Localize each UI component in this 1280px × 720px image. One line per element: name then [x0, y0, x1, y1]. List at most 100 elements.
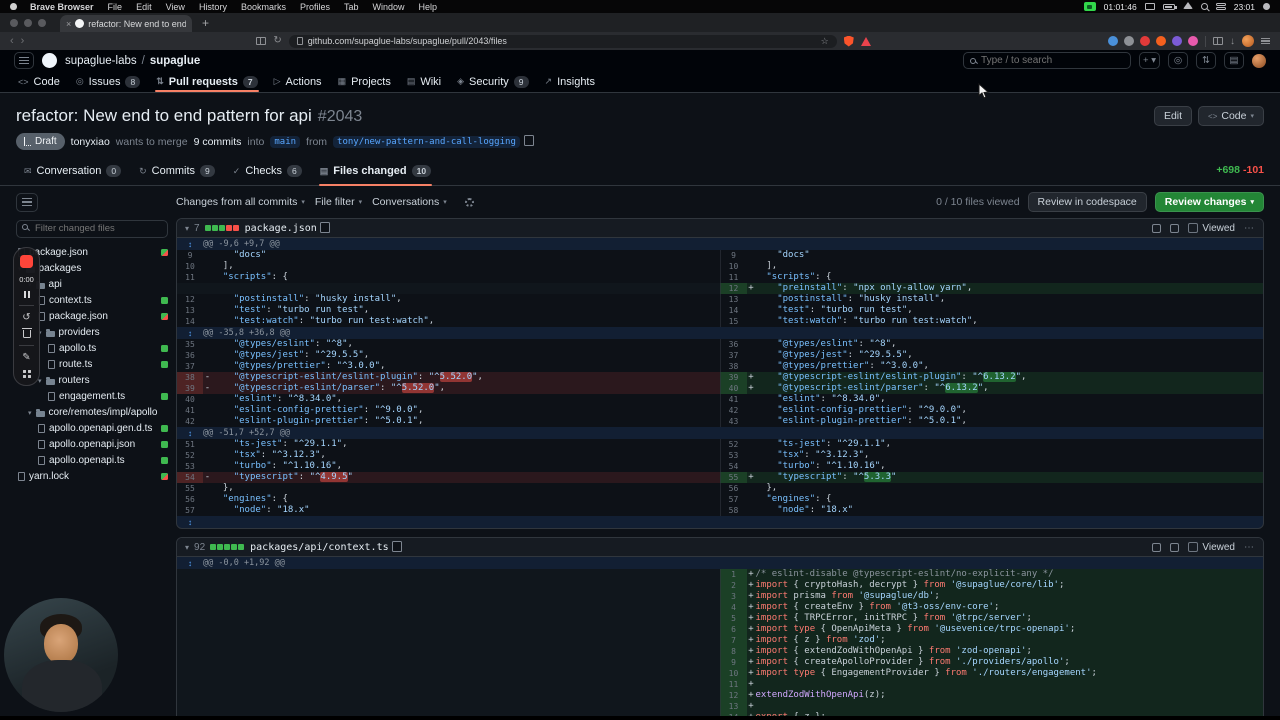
menubar-clock[interactable]: 23:01 [1234, 2, 1255, 12]
tab-close-icon[interactable]: × [66, 19, 71, 29]
line-number[interactable]: 11 [719, 679, 747, 690]
line-number[interactable]: 9 [719, 657, 747, 668]
brave-shield-icon[interactable] [843, 35, 854, 47]
extension-icon[interactable] [1124, 36, 1134, 46]
extension-icon[interactable] [1172, 36, 1182, 46]
line-number[interactable]: 9 [177, 250, 203, 261]
file-tree-item[interactable]: yarn.lock [16, 469, 168, 485]
line-number[interactable]: 35 [177, 339, 203, 350]
line-number[interactable]: 55 [177, 483, 203, 494]
line-number[interactable]: 40 [177, 394, 203, 405]
viewed-checkbox[interactable]: Viewed [1188, 223, 1235, 234]
spotlight-icon[interactable] [1200, 3, 1208, 10]
issues-icon-button[interactable]: ◎ [1168, 52, 1188, 69]
menu-item-view[interactable]: View [159, 2, 192, 12]
file-tree-item[interactable]: apollo.openapi.json [16, 437, 168, 453]
menu-item-history[interactable]: History [192, 2, 234, 12]
collapse-file-icon[interactable]: ▾ [185, 543, 189, 552]
base-branch-label[interactable]: main [270, 135, 301, 148]
discard-recording-icon[interactable] [21, 327, 32, 338]
line-number[interactable]: 37 [719, 350, 747, 361]
expand-diff-icon[interactable]: ↕ [177, 518, 203, 527]
line-number[interactable]: 39 [177, 383, 203, 394]
browser-profile-avatar[interactable] [1242, 35, 1254, 47]
global-search[interactable] [963, 52, 1132, 69]
line-number[interactable]: 11 [719, 272, 747, 283]
line-number[interactable]: 12 [719, 690, 747, 701]
copy-branch-icon[interactable] [523, 135, 534, 146]
pr-tab-conversation[interactable]: ✉ Conversation 0 [16, 165, 129, 185]
pr-author[interactable]: tonyxiao [71, 136, 110, 148]
line-number[interactable]: 38 [177, 372, 203, 383]
create-new-button[interactable]: + ▾ [1139, 52, 1160, 69]
chevron-down-icon[interactable]: ▾ [28, 409, 32, 417]
line-number[interactable]: 11 [177, 272, 203, 283]
file-tree-item[interactable]: apollo.openapi.ts [16, 453, 168, 469]
code-dropdown-button[interactable]: <> Code ▾ [1198, 106, 1264, 126]
wifi-icon[interactable] [1182, 2, 1193, 9]
line-number[interactable]: 2 [719, 580, 747, 591]
inbox-icon-button[interactable]: ▤ [1224, 52, 1244, 69]
extension-icon[interactable] [1156, 36, 1166, 46]
expand-diff-icon[interactable]: ↕ [177, 240, 203, 249]
brave-rewards-icon[interactable] [860, 36, 871, 46]
file-name[interactable]: package.json [245, 223, 317, 234]
nav-tab-security[interactable]: ◈ Security 9 [449, 71, 536, 92]
breadcrumb-repo[interactable]: supaglue [150, 55, 200, 67]
line-number[interactable]: 8 [719, 646, 747, 657]
file-name[interactable]: packages/api/context.ts [250, 542, 388, 553]
review-in-codespace-button[interactable]: Review in codespace [1027, 192, 1147, 212]
pull-requests-icon-button[interactable]: ⇅ [1196, 52, 1216, 69]
line-number[interactable]: 14 [719, 305, 747, 316]
dropdown-changes-from-all-commits[interactable]: Changes from all commits ▾ [176, 196, 305, 208]
downloads-icon[interactable]: ↓ [1230, 36, 1235, 47]
menu-item-tab[interactable]: Tab [337, 2, 366, 12]
nav-tab-code[interactable]: <> Code [10, 71, 68, 92]
nav-tab-projects[interactable]: ▦ Projects [330, 71, 399, 92]
webcam-bubble[interactable] [4, 598, 118, 712]
user-avatar[interactable] [1252, 53, 1266, 68]
line-number[interactable]: 38 [719, 361, 747, 372]
file-tree-toggle-button[interactable] [16, 192, 38, 212]
line-number[interactable]: 15 [719, 316, 747, 327]
forward-button[interactable]: › [21, 35, 25, 47]
line-number[interactable]: 10 [177, 261, 203, 272]
nav-tab-wiki[interactable]: ▤ Wiki [399, 71, 449, 92]
line-number[interactable]: 54 [177, 472, 203, 483]
control-center-icon[interactable] [1215, 2, 1226, 11]
menu-item-brave-browser[interactable]: Brave Browser [23, 2, 101, 12]
restart-recording-icon[interactable]: ↺ [22, 313, 30, 323]
screen-recording-badge-icon[interactable] [1083, 2, 1096, 11]
line-number[interactable]: 6 [719, 624, 747, 635]
expand-diff-icon[interactable]: ↕ [177, 329, 203, 338]
line-number[interactable]: 43 [719, 416, 747, 427]
window-close-button[interactable] [10, 18, 18, 27]
line-number[interactable]: 36 [719, 339, 747, 350]
dropdown-file-filter[interactable]: File filter ▾ [315, 196, 362, 208]
line-number[interactable]: 7 [719, 635, 747, 646]
comment-icon[interactable] [1170, 223, 1180, 233]
file-filter-input[interactable] [16, 219, 168, 238]
line-number[interactable]: 37 [177, 361, 203, 372]
line-number[interactable]: 57 [177, 505, 203, 516]
comment-icon[interactable] [1170, 542, 1180, 552]
nav-tab-insights[interactable]: ↗ Insights [537, 71, 603, 92]
new-tab-button[interactable]: + [202, 17, 209, 29]
line-number[interactable]: 55 [719, 472, 747, 483]
browser-menu-icon[interactable] [1261, 37, 1270, 45]
menu-item-file[interactable]: File [101, 2, 130, 12]
line-number[interactable]: 13 [177, 305, 203, 316]
expand-diff-icon[interactable]: ↕ [177, 559, 203, 568]
line-number[interactable]: 53 [719, 450, 747, 461]
viewed-checkbox[interactable]: Viewed [1188, 542, 1235, 553]
line-number[interactable]: 51 [177, 439, 203, 450]
back-button[interactable]: ‹ [10, 35, 14, 47]
extension-icon[interactable] [1188, 36, 1198, 46]
search-input[interactable] [981, 55, 1125, 66]
review-changes-button[interactable]: Review changes ▾ [1154, 192, 1264, 212]
window-zoom-button[interactable] [38, 18, 46, 27]
camera-icon[interactable] [1263, 3, 1270, 10]
line-number[interactable]: 42 [177, 416, 203, 427]
line-number[interactable]: 36 [177, 350, 203, 361]
line-number[interactable]: 12 [719, 283, 747, 294]
